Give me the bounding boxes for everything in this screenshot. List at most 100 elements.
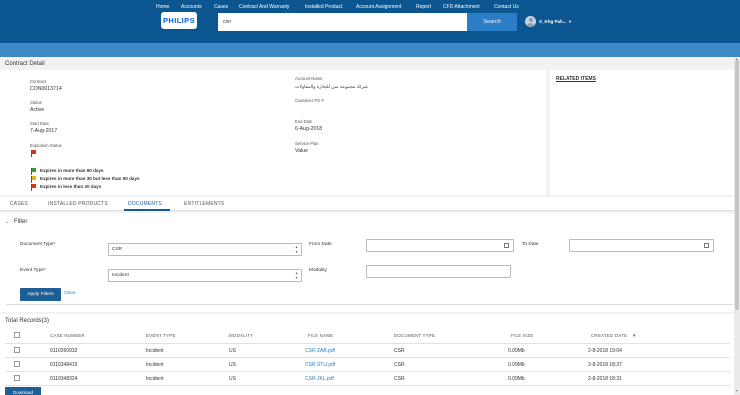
cell-event-type: Incident: [146, 362, 164, 368]
nav-report[interactable]: Report: [416, 4, 431, 10]
sort-desc-icon[interactable]: ▼: [632, 333, 637, 338]
modality-input[interactable]: [366, 265, 511, 278]
cell-file-size: 0.09Mb: [508, 362, 525, 368]
avatar[interactable]: [525, 16, 536, 27]
download-button[interactable]: Download: [5, 387, 41, 395]
col-event-type[interactable]: EVENT TYPE: [146, 333, 176, 338]
end-date-label: End Date: [295, 119, 313, 124]
main-nav: [0, 43, 740, 57]
nav-contact-us[interactable]: Contact Us: [494, 4, 519, 10]
cell-document-type: CSR: [394, 362, 405, 368]
cell-file-name-link[interactable]: CSR ZAB.pdf: [305, 348, 335, 354]
search-input[interactable]: con: [218, 13, 467, 31]
col-file-size[interactable]: FILE SIZE: [511, 333, 534, 338]
cell-case-number: 0110260932: [50, 348, 78, 354]
status-value: Active: [30, 107, 45, 113]
related-items-title[interactable]: RELATED ITEMS: [556, 76, 596, 82]
green-flag-icon: [31, 168, 37, 175]
col-file-name[interactable]: FILE NAME: [308, 333, 333, 338]
filter-panel: [0, 213, 740, 312]
row-divider: [5, 371, 730, 372]
row-divider: [5, 385, 730, 386]
chevron-down-icon[interactable]: ▼: [568, 19, 572, 24]
scrollbar-thumb[interactable]: [735, 60, 739, 310]
event-type-value: Incident: [112, 273, 129, 278]
calendar-icon[interactable]: [504, 243, 509, 248]
col-created-date[interactable]: CREATED DATE: [591, 333, 627, 338]
clear-link[interactable]: Clear: [64, 291, 75, 296]
nav-cases[interactable]: Cases: [214, 4, 228, 10]
expiration-status-label: Expiration Status: [30, 143, 62, 148]
legend-text: Expires in more than 30 but less than 90…: [40, 176, 140, 181]
cell-document-type: CSR: [394, 376, 405, 382]
to-date-label: To Date: [522, 242, 539, 247]
cell-file-size: 0.09Mb: [508, 376, 525, 382]
col-modality[interactable]: MODALITY: [229, 333, 253, 338]
document-type-select[interactable]: CSR ▲ ▼: [108, 243, 302, 256]
nav-installed-product[interactable]: Installed Product: [305, 4, 342, 10]
to-date-input[interactable]: [569, 239, 714, 252]
nav-account-assignment[interactable]: Account Assignment: [356, 4, 401, 10]
status-label: Status: [30, 100, 42, 105]
red-flag-icon: [31, 184, 37, 191]
red-flag-icon: [31, 150, 37, 157]
tab-documents[interactable]: DOCUMENTS: [128, 201, 162, 207]
cell-file-name-link[interactable]: CSR STU.pdf: [305, 362, 335, 368]
event-type-label: Event Type*: [20, 268, 46, 273]
records-panel: [0, 314, 740, 395]
start-date-value: 7-Aug-2017: [30, 128, 58, 134]
customer-po-label: Customer PO #: [295, 98, 324, 103]
tab-cases[interactable]: CASES: [10, 201, 28, 207]
tab-bar: [0, 197, 740, 211]
scroll-down-icon[interactable]: ▼: [735, 389, 738, 393]
logo-text: PHILIPS: [163, 16, 195, 25]
row-checkbox[interactable]: [14, 347, 20, 353]
account-name-value: شركة مجموعة سن للتجارة والمقاولات: [295, 84, 368, 89]
apply-filters-button[interactable]: Apply Filters: [20, 288, 61, 301]
table-header-divider: [5, 343, 730, 344]
username[interactable]: S_Khg Pah...: [539, 19, 567, 24]
row-checkbox[interactable]: [14, 361, 20, 367]
scroll-up-icon[interactable]: ▲: [735, 57, 738, 61]
nav-accounts[interactable]: Accounts: [181, 4, 202, 10]
cell-case-number: 0110348324: [50, 376, 78, 382]
tab-installed-products[interactable]: INSTALLED PRODUCTS: [48, 201, 108, 207]
select-arrows-icon: ▲ ▼: [294, 245, 298, 254]
col-document-type[interactable]: DOCUMENT TYPE: [394, 333, 435, 338]
cell-document-type: CSR: [394, 348, 405, 354]
select-arrows-icon: ▲ ▼: [294, 271, 298, 280]
legend-text: Expires in less than 30 days: [40, 184, 102, 189]
divider: [6, 304, 734, 305]
cell-event-type: Incident: [146, 348, 164, 354]
col-case-number[interactable]: CASE NUMBER: [50, 333, 85, 338]
filter-title[interactable]: Filter: [14, 219, 27, 225]
cell-file-name-link[interactable]: CSR JKL.pdf: [305, 376, 334, 382]
account-name-label: Account Name: [295, 76, 323, 81]
select-all-checkbox[interactable]: [14, 332, 20, 338]
philips-logo[interactable]: PHILIPS: [161, 12, 197, 29]
document-type-label: Document Type*: [20, 242, 56, 247]
nav-home[interactable]: Home: [156, 4, 169, 10]
cell-case-number: 0110348419: [50, 362, 78, 368]
cell-file-size: 0.09Mb: [508, 348, 525, 354]
nav-cfd-attachment[interactable]: CFD Attachment: [443, 4, 480, 10]
contract-label: Contract: [30, 79, 46, 84]
document-type-value: CSR: [112, 247, 123, 252]
service-plan-label: Service Plan: [295, 141, 319, 146]
start-date-label: Start Date: [30, 121, 49, 126]
cell-event-type: Incident: [146, 376, 164, 382]
from-date-input[interactable]: [366, 239, 514, 252]
search-button[interactable]: Search: [467, 13, 517, 31]
cell-modality: US: [229, 362, 236, 368]
modality-label: Modality: [309, 268, 327, 273]
event-type-select[interactable]: Incident ▲ ▼: [108, 269, 302, 282]
tab-entitlements[interactable]: ENTITLEMENTS: [184, 201, 224, 207]
row-checkbox[interactable]: [14, 375, 20, 381]
row-divider: [5, 357, 730, 358]
end-date-value: 6-Aug-2018: [295, 126, 323, 132]
calendar-icon[interactable]: [704, 243, 709, 248]
chevron-down-icon[interactable]: ⌄: [5, 219, 9, 225]
cell-created-date: 2-8-2018 18:31: [588, 376, 622, 382]
nav-contract-and-warranty[interactable]: Contract And Warranty: [239, 4, 289, 10]
service-plan-value: Value: [295, 148, 308, 154]
